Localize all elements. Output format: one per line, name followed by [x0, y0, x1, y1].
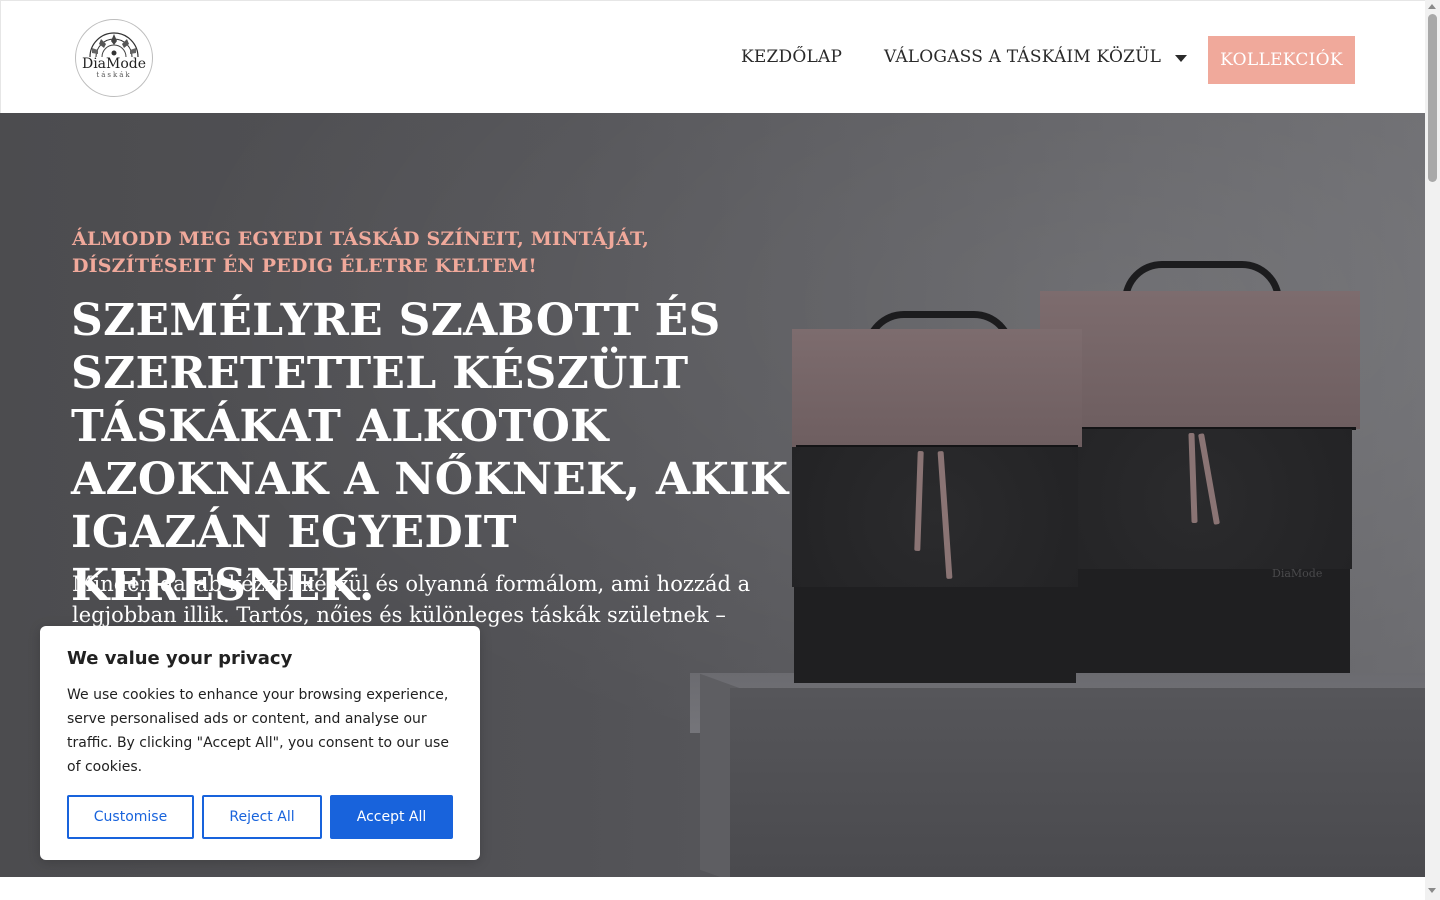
bag-upper-panel — [1040, 291, 1360, 429]
pedestal-front — [730, 688, 1425, 877]
nav-item-browse-bags[interactable]: VÁLOGASS A TÁSKÁIM KÖZÜL — [884, 47, 1188, 67]
nav-item-browse-label: VÁLOGASS A TÁSKÁIM KÖZÜL — [884, 47, 1162, 67]
chevron-down-icon[interactable] — [1175, 54, 1188, 62]
scrollbar[interactable] — [1425, 0, 1440, 900]
site-logo[interactable]: DiaMode táskák — [71, 15, 157, 101]
logo-name: DiaMode — [81, 55, 147, 72]
page-content-below — [0, 877, 1425, 900]
scroll-up-arrow-icon[interactable] — [1428, 4, 1436, 9]
bag-image-large: DiaMode — [1040, 261, 1360, 691]
scroll-down-arrow-icon[interactable] — [1428, 888, 1436, 893]
bag-glitter-panel — [792, 447, 1078, 587]
hero-kicker: ÁLMODD MEG EGYEDI TÁSKÁD SZÍNEIT, MINTÁJ… — [72, 228, 650, 277]
collections-button[interactable]: KOLLEKCIÓK — [1208, 36, 1355, 84]
bag-upper-panel — [792, 329, 1082, 447]
logo-badge: DiaMode táskák — [75, 19, 153, 97]
cookie-text: We use cookies to enhance your browsing … — [67, 687, 449, 775]
bag-brand-label: DiaMode — [1272, 567, 1323, 580]
customise-button[interactable]: Customise — [67, 795, 194, 839]
bag-lower-panel — [794, 587, 1076, 683]
cookie-title: We value your privacy — [67, 648, 293, 669]
logo-subtitle: táskák — [96, 70, 132, 79]
nav-item-home[interactable]: KEZDŐLAP — [741, 47, 842, 67]
cookie-consent-banner: We value your privacy We use cookies to … — [40, 626, 480, 860]
reject-all-button[interactable]: Reject All — [202, 795, 322, 839]
scrollbar-thumb[interactable] — [1428, 14, 1437, 182]
bag-image-small — [792, 311, 1082, 691]
bag-lower-panel — [1040, 569, 1350, 673]
mandala-icon — [89, 31, 139, 57]
accept-all-button[interactable]: Accept All — [330, 795, 453, 839]
hero-title: SZEMÉLYRE SZABOTT ÉS SZERETETTEL KÉSZÜLT… — [71, 295, 789, 611]
site-header: DiaMode táskák KEZDŐLAP VÁLOGASS A TÁSKÁ… — [0, 0, 1425, 113]
